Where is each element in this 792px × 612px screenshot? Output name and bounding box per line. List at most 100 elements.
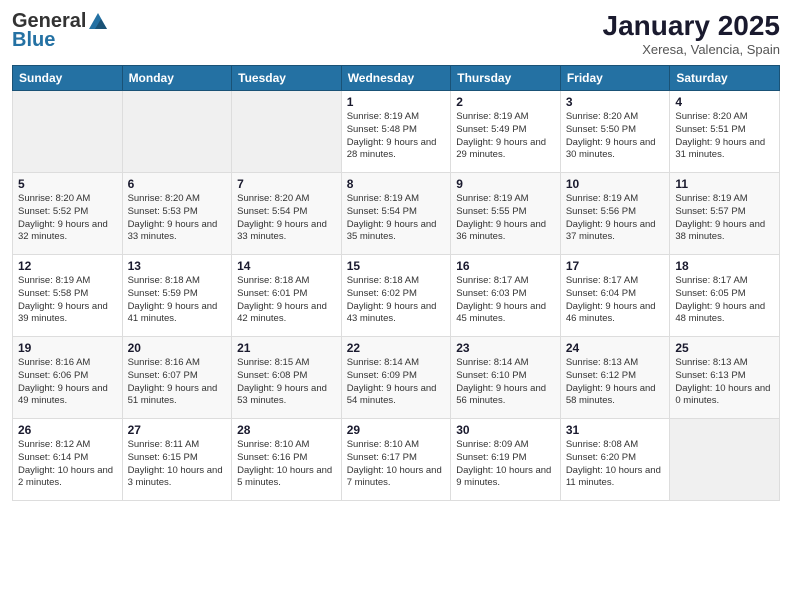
day-info: Sunrise: 8:20 AM Sunset: 5:53 PM Dayligh… xyxy=(128,193,227,244)
col-sunday: Sunday xyxy=(13,66,123,91)
day-info: Sunrise: 8:13 AM Sunset: 6:12 PM Dayligh… xyxy=(566,357,665,408)
table-row: 7 Sunrise: 8:20 AM Sunset: 5:54 PM Daylig… xyxy=(232,173,342,255)
day-number: 4 xyxy=(675,95,774,109)
day-number: 29 xyxy=(347,423,446,437)
table-row xyxy=(232,91,342,173)
day-info: Sunrise: 8:18 AM Sunset: 5:59 PM Dayligh… xyxy=(128,275,227,326)
table-row: 17Sunrise: 8:17 AM Sunset: 6:04 PM Dayli… xyxy=(560,255,670,337)
calendar-week-4: 26 Sunrise: 8:12 AM Sunset: 6:14 PM Dayli… xyxy=(13,419,780,501)
table-row: 25Sunrise: 8:13 AM Sunset: 6:13 PM Dayli… xyxy=(670,337,780,419)
day-info: Sunrise: 8:10 AM Sunset: 6:17 PM Dayligh… xyxy=(347,439,446,490)
day-number: 18 xyxy=(675,259,774,273)
day-number: 22 xyxy=(347,341,446,355)
day-info: Sunrise: 8:17 AM Sunset: 6:04 PM Dayligh… xyxy=(566,275,665,326)
day-info: Sunrise: 8:16 AM Sunset: 6:07 PM Dayligh… xyxy=(128,357,227,408)
day-info: Sunrise: 8:20 AM Sunset: 5:54 PM Dayligh… xyxy=(237,193,336,244)
day-info: Sunrise: 8:18 AM Sunset: 6:01 PM Dayligh… xyxy=(237,275,336,326)
col-wednesday: Wednesday xyxy=(341,66,451,91)
table-row: 22 Sunrise: 8:14 AM Sunset: 6:09 PM Dayli… xyxy=(341,337,451,419)
day-number: 23 xyxy=(456,341,555,355)
table-row: 20 Sunrise: 8:16 AM Sunset: 6:07 PM Dayli… xyxy=(122,337,232,419)
header: General Blue January 2025 Xeresa, Valenc… xyxy=(12,10,780,57)
table-row: 19 Sunrise: 8:16 AM Sunset: 6:06 PM Dayli… xyxy=(13,337,123,419)
day-number: 28 xyxy=(237,423,336,437)
table-row: 11 Sunrise: 8:19 AM Sunset: 5:57 PM Dayli… xyxy=(670,173,780,255)
day-info: Sunrise: 8:20 AM Sunset: 5:52 PM Dayligh… xyxy=(18,193,117,244)
day-number: 12 xyxy=(18,259,117,273)
title-block: January 2025 Xeresa, Valencia, Spain xyxy=(603,10,780,57)
title-month: January 2025 xyxy=(603,10,780,42)
col-tuesday: Tuesday xyxy=(232,66,342,91)
table-row: 16 Sunrise: 8:17 AM Sunset: 6:03 PM Dayli… xyxy=(451,255,561,337)
day-info: Sunrise: 8:20 AM Sunset: 5:51 PM Dayligh… xyxy=(675,111,774,162)
day-number: 16 xyxy=(456,259,555,273)
table-row: 13Sunrise: 8:18 AM Sunset: 5:59 PM Dayli… xyxy=(122,255,232,337)
logo: General Blue xyxy=(12,10,110,52)
day-info: Sunrise: 8:19 AM Sunset: 5:55 PM Dayligh… xyxy=(456,193,555,244)
table-row: 6 Sunrise: 8:20 AM Sunset: 5:53 PM Daylig… xyxy=(122,173,232,255)
page: General Blue January 2025 Xeresa, Valenc… xyxy=(0,0,792,612)
day-info: Sunrise: 8:10 AM Sunset: 6:16 PM Dayligh… xyxy=(237,439,336,490)
day-number: 10 xyxy=(566,177,665,191)
day-info: Sunrise: 8:18 AM Sunset: 6:02 PM Dayligh… xyxy=(347,275,446,326)
table-row xyxy=(670,419,780,501)
day-info: Sunrise: 8:19 AM Sunset: 5:49 PM Dayligh… xyxy=(456,111,555,162)
day-number: 6 xyxy=(128,177,227,191)
table-row: 24 Sunrise: 8:13 AM Sunset: 6:12 PM Dayli… xyxy=(560,337,670,419)
calendar-table: Sunday Monday Tuesday Wednesday Thursday… xyxy=(12,65,780,501)
day-info: Sunrise: 8:08 AM Sunset: 6:20 PM Dayligh… xyxy=(566,439,665,490)
day-info: Sunrise: 8:17 AM Sunset: 6:03 PM Dayligh… xyxy=(456,275,555,326)
table-row: 14 Sunrise: 8:18 AM Sunset: 6:01 PM Dayli… xyxy=(232,255,342,337)
calendar-week-0: 1 Sunrise: 8:19 AM Sunset: 5:48 PM Daylig… xyxy=(13,91,780,173)
day-number: 19 xyxy=(18,341,117,355)
table-row: 30 Sunrise: 8:09 AM Sunset: 6:19 PM Dayli… xyxy=(451,419,561,501)
day-number: 27 xyxy=(128,423,227,437)
table-row: 31Sunrise: 8:08 AM Sunset: 6:20 PM Dayli… xyxy=(560,419,670,501)
day-number: 15 xyxy=(347,259,446,273)
table-row: 10 Sunrise: 8:19 AM Sunset: 5:56 PM Dayli… xyxy=(560,173,670,255)
col-friday: Friday xyxy=(560,66,670,91)
day-info: Sunrise: 8:12 AM Sunset: 6:14 PM Dayligh… xyxy=(18,439,117,490)
day-info: Sunrise: 8:09 AM Sunset: 6:19 PM Dayligh… xyxy=(456,439,555,490)
col-saturday: Saturday xyxy=(670,66,780,91)
table-row xyxy=(122,91,232,173)
table-row: 18Sunrise: 8:17 AM Sunset: 6:05 PM Dayli… xyxy=(670,255,780,337)
day-info: Sunrise: 8:11 AM Sunset: 6:15 PM Dayligh… xyxy=(128,439,227,490)
table-row: 12 Sunrise: 8:19 AM Sunset: 5:58 PM Dayli… xyxy=(13,255,123,337)
col-thursday: Thursday xyxy=(451,66,561,91)
table-row: 1 Sunrise: 8:19 AM Sunset: 5:48 PM Daylig… xyxy=(341,91,451,173)
logo-icon xyxy=(87,11,109,33)
table-row: 8 Sunrise: 8:19 AM Sunset: 5:54 PM Daylig… xyxy=(341,173,451,255)
calendar-week-2: 12 Sunrise: 8:19 AM Sunset: 5:58 PM Dayli… xyxy=(13,255,780,337)
day-info: Sunrise: 8:19 AM Sunset: 5:56 PM Dayligh… xyxy=(566,193,665,244)
day-number: 14 xyxy=(237,259,336,273)
table-row: 9Sunrise: 8:19 AM Sunset: 5:55 PM Daylig… xyxy=(451,173,561,255)
day-info: Sunrise: 8:19 AM Sunset: 5:54 PM Dayligh… xyxy=(347,193,446,244)
col-monday: Monday xyxy=(122,66,232,91)
day-number: 1 xyxy=(347,95,446,109)
table-row: 23Sunrise: 8:14 AM Sunset: 6:10 PM Dayli… xyxy=(451,337,561,419)
logo-text-block: General Blue xyxy=(12,10,110,52)
day-number: 20 xyxy=(128,341,227,355)
day-number: 26 xyxy=(18,423,117,437)
table-row: 27 Sunrise: 8:11 AM Sunset: 6:15 PM Dayli… xyxy=(122,419,232,501)
day-number: 7 xyxy=(237,177,336,191)
day-number: 25 xyxy=(675,341,774,355)
day-number: 24 xyxy=(566,341,665,355)
day-info: Sunrise: 8:20 AM Sunset: 5:50 PM Dayligh… xyxy=(566,111,665,162)
day-info: Sunrise: 8:14 AM Sunset: 6:09 PM Dayligh… xyxy=(347,357,446,408)
day-info: Sunrise: 8:16 AM Sunset: 6:06 PM Dayligh… xyxy=(18,357,117,408)
table-row: 3Sunrise: 8:20 AM Sunset: 5:50 PM Daylig… xyxy=(560,91,670,173)
day-number: 21 xyxy=(237,341,336,355)
calendar-week-3: 19 Sunrise: 8:16 AM Sunset: 6:06 PM Dayli… xyxy=(13,337,780,419)
table-row: 2Sunrise: 8:19 AM Sunset: 5:49 PM Daylig… xyxy=(451,91,561,173)
table-row: 4 Sunrise: 8:20 AM Sunset: 5:51 PM Daylig… xyxy=(670,91,780,173)
day-info: Sunrise: 8:19 AM Sunset: 5:48 PM Dayligh… xyxy=(347,111,446,162)
day-number: 30 xyxy=(456,423,555,437)
day-number: 8 xyxy=(347,177,446,191)
table-row xyxy=(13,91,123,173)
day-info: Sunrise: 8:19 AM Sunset: 5:57 PM Dayligh… xyxy=(675,193,774,244)
day-number: 11 xyxy=(675,177,774,191)
day-info: Sunrise: 8:19 AM Sunset: 5:58 PM Dayligh… xyxy=(18,275,117,326)
day-info: Sunrise: 8:15 AM Sunset: 6:08 PM Dayligh… xyxy=(237,357,336,408)
